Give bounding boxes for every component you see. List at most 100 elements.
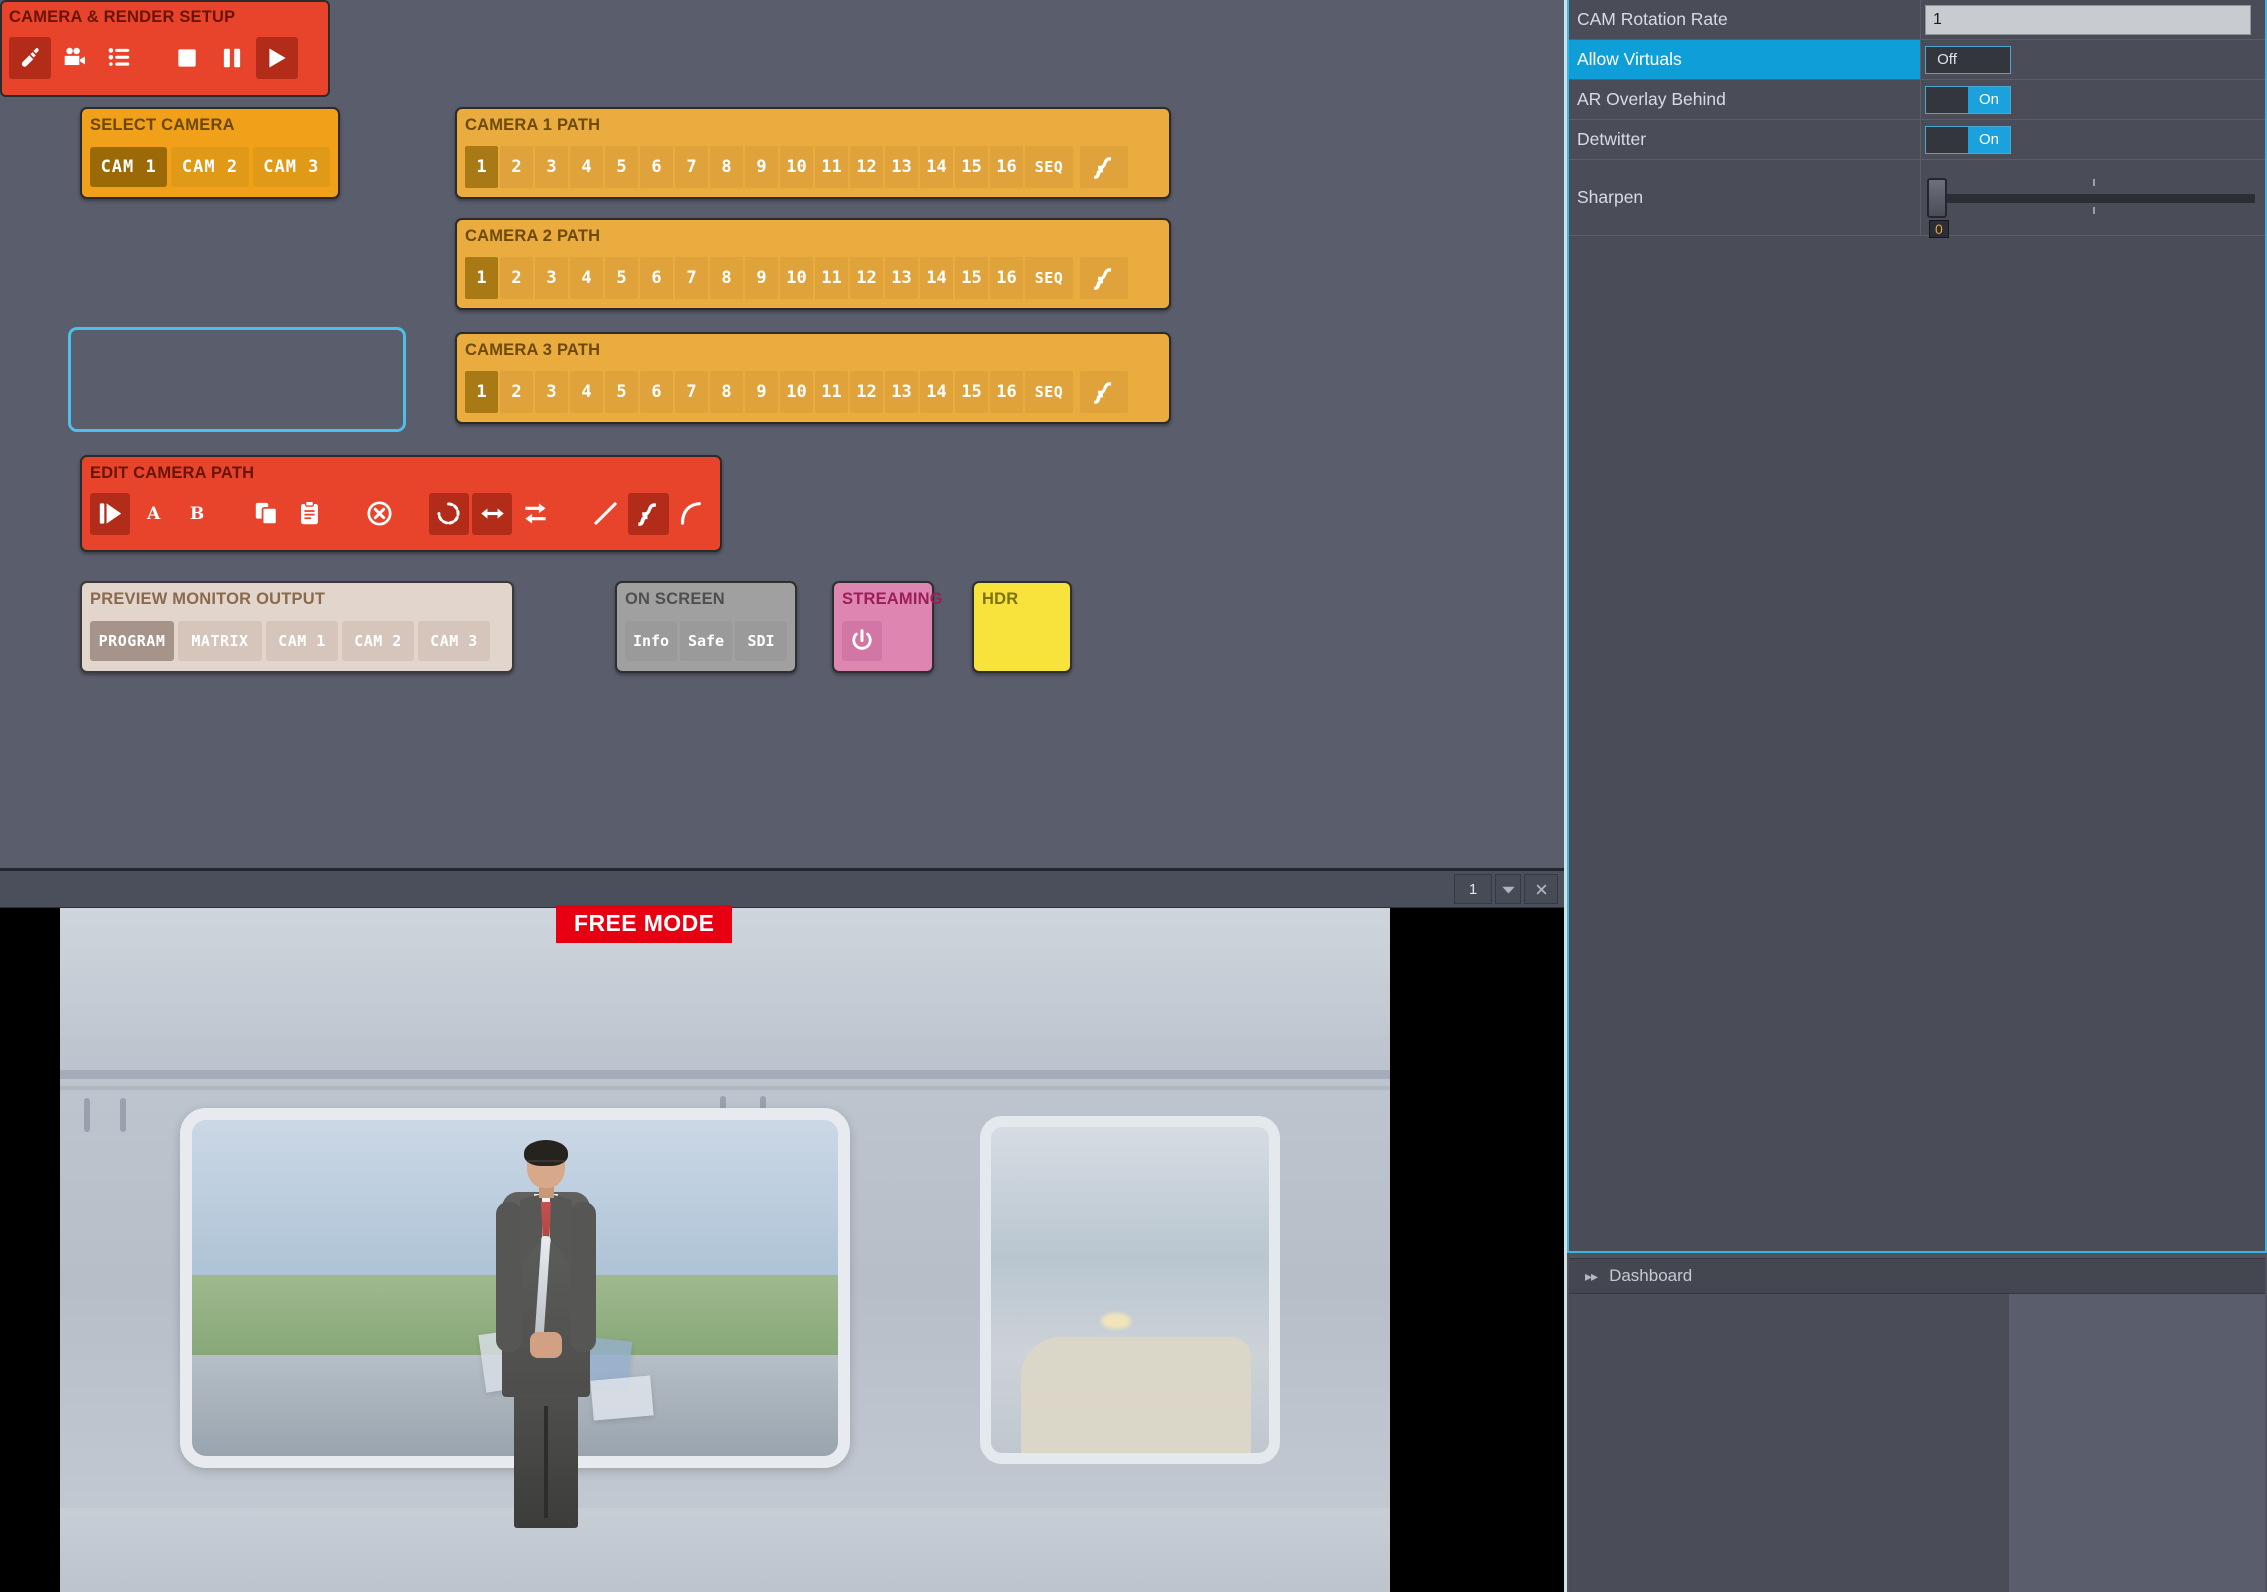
cam-rotation-rate-input[interactable]: 1 — [1925, 4, 2251, 35]
cam3-step-14[interactable]: 14 — [920, 370, 953, 413]
cam3-step-6[interactable]: 6 — [640, 370, 673, 413]
cam2-step-13[interactable]: 13 — [885, 256, 918, 299]
cam1-step-11[interactable]: 11 — [815, 145, 848, 188]
preview-cam2-button[interactable]: CAM 2 — [342, 620, 414, 661]
loop-button[interactable] — [428, 492, 469, 535]
cam2-step-4[interactable]: 4 — [570, 256, 603, 299]
select-camera-cam2-button[interactable]: CAM 2 — [171, 146, 249, 187]
cam3-step-1[interactable]: 1 — [465, 370, 498, 413]
preview-matrix-button[interactable]: MATRIX — [178, 620, 262, 661]
cam3-step-11[interactable]: 11 — [815, 370, 848, 413]
cam3-seq-button[interactable]: SEQ — [1025, 370, 1073, 413]
cam1-step-4[interactable]: 4 — [570, 145, 603, 188]
cam1-step-14[interactable]: 14 — [920, 145, 953, 188]
property-row-cam-rotation-rate[interactable]: CAM Rotation Rate 1 — [1569, 0, 2265, 40]
cam2-step-15[interactable]: 15 — [955, 256, 988, 299]
swap-button[interactable] — [515, 492, 556, 535]
sharpen-slider[interactable]: 0 — [1925, 170, 2255, 238]
cam3-step-8[interactable]: 8 — [710, 370, 743, 413]
paste-button[interactable] — [289, 492, 331, 535]
property-row-allow-virtuals[interactable]: Allow Virtuals Off — [1569, 40, 2265, 80]
cam2-step-3[interactable]: 3 — [535, 256, 568, 299]
cam1-step-15[interactable]: 15 — [955, 145, 988, 188]
cam1-step-5[interactable]: 5 — [605, 145, 638, 188]
cam3-step-9[interactable]: 9 — [745, 370, 778, 413]
cam3-step-15[interactable]: 15 — [955, 370, 988, 413]
point-a-button[interactable]: A — [133, 492, 174, 535]
cam3-step-2[interactable]: 2 — [500, 370, 533, 413]
cam1-step-1[interactable]: 1 — [465, 145, 498, 188]
cam2-step-10[interactable]: 10 — [780, 256, 813, 299]
copy-button[interactable] — [246, 492, 287, 535]
cam1-step-9[interactable]: 9 — [745, 145, 778, 188]
preview-cam3-button[interactable]: CAM 3 — [418, 620, 490, 661]
stop-button[interactable] — [166, 36, 208, 79]
play-button[interactable] — [256, 36, 298, 79]
cam3-step-12[interactable]: 12 — [850, 370, 883, 413]
select-camera-cam1-button[interactable]: CAM 1 — [90, 146, 168, 187]
cam1-step-6[interactable]: 6 — [640, 145, 673, 188]
cam1-step-16[interactable]: 16 — [990, 145, 1023, 188]
viewport-dropdown-button[interactable] — [1495, 874, 1521, 904]
cam1-step-12[interactable]: 12 — [850, 145, 883, 188]
delete-button[interactable] — [359, 492, 400, 535]
cam3-step-5[interactable]: 5 — [605, 370, 638, 413]
on-screen-sdi-button[interactable]: SDI — [735, 620, 787, 661]
cam3-step-4[interactable]: 4 — [570, 370, 603, 413]
property-row-ar-overlay-behind[interactable]: AR Overlay Behind On — [1569, 80, 2265, 120]
viewport-close-button[interactable] — [1524, 874, 1558, 904]
arc-path-button[interactable] — [671, 492, 713, 535]
s-curve-path-button[interactable] — [628, 492, 669, 535]
slider-track[interactable] — [1933, 193, 2255, 203]
bidirectional-button[interactable] — [471, 492, 513, 535]
property-row-detwitter[interactable]: Detwitter On — [1569, 120, 2265, 160]
cam2-step-6[interactable]: 6 — [640, 256, 673, 299]
cam2-step-2[interactable]: 2 — [500, 256, 533, 299]
preview-program-button[interactable]: PROGRAM — [90, 620, 174, 661]
pause-button[interactable] — [211, 36, 253, 79]
cam3-step-16[interactable]: 16 — [990, 370, 1023, 413]
point-b-button[interactable]: B — [176, 492, 218, 535]
cam2-s-curve-button[interactable] — [1080, 256, 1128, 299]
cam2-step-11[interactable]: 11 — [815, 256, 848, 299]
cam3-step-13[interactable]: 13 — [885, 370, 918, 413]
cam2-step-14[interactable]: 14 — [920, 256, 953, 299]
preview-cam1-button[interactable]: CAM 1 — [266, 620, 338, 661]
cam2-step-1[interactable]: 1 — [465, 256, 498, 299]
cam2-step-9[interactable]: 9 — [745, 256, 778, 299]
list-button[interactable] — [99, 36, 141, 79]
line-path-button[interactable] — [584, 492, 626, 535]
cam3-step-10[interactable]: 10 — [780, 370, 813, 413]
cam1-step-13[interactable]: 13 — [885, 145, 918, 188]
allow-virtuals-toggle[interactable]: Off — [1925, 45, 2011, 74]
viewport-canvas[interactable] — [0, 908, 1564, 1592]
viewport-page-number[interactable]: 1 — [1454, 874, 1492, 904]
select-camera-cam3-button[interactable]: CAM 3 — [252, 146, 330, 187]
cam2-step-12[interactable]: 12 — [850, 256, 883, 299]
cam2-step-5[interactable]: 5 — [605, 256, 638, 299]
cam2-seq-button[interactable]: SEQ — [1025, 256, 1073, 299]
cam2-step-16[interactable]: 16 — [990, 256, 1023, 299]
dashboard-bar[interactable]: ▸▸ Dashboard — [1569, 1258, 2265, 1294]
cam1-step-3[interactable]: 3 — [535, 145, 568, 188]
on-screen-info-button[interactable]: Info — [625, 620, 677, 661]
cam1-seq-button[interactable]: SEQ — [1025, 145, 1073, 188]
movie-camera-button[interactable] — [54, 36, 96, 79]
ar-overlay-behind-toggle[interactable]: On — [1925, 85, 2011, 114]
slider-thumb[interactable] — [1927, 177, 1947, 218]
hdr-panel[interactable]: HDR — [972, 581, 1072, 673]
dashboard-expand-icon[interactable]: ▸▸ — [1585, 1268, 1598, 1285]
cam3-s-curve-button[interactable] — [1080, 370, 1128, 413]
cam2-step-8[interactable]: 8 — [710, 256, 743, 299]
cam3-step-3[interactable]: 3 — [535, 370, 568, 413]
step-play-button[interactable] — [90, 492, 131, 535]
detwitter-toggle[interactable]: On — [1925, 125, 2011, 154]
on-screen-safe-button[interactable]: Safe — [680, 620, 732, 661]
cam3-step-7[interactable]: 7 — [675, 370, 708, 413]
cam1-s-curve-button[interactable] — [1080, 145, 1128, 188]
cam1-step-8[interactable]: 8 — [710, 145, 743, 188]
property-row-sharpen[interactable]: Sharpen 0 — [1569, 160, 2265, 238]
cam1-step-10[interactable]: 10 — [780, 145, 813, 188]
spray-tool-button[interactable] — [9, 36, 51, 79]
streaming-power-button[interactable] — [842, 620, 882, 661]
